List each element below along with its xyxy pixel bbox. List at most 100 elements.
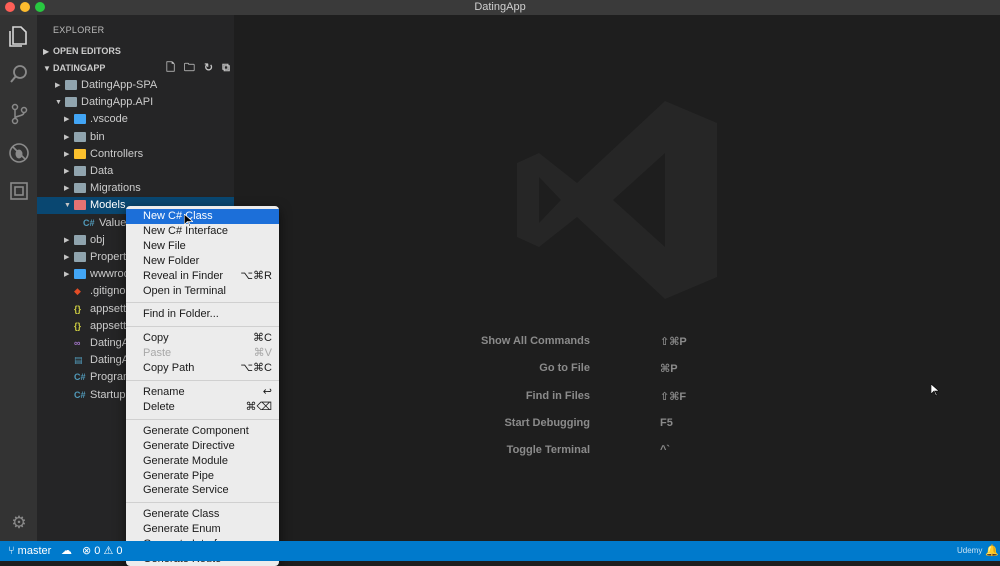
- menu-item-shortcut: ⌥⌘C: [240, 362, 272, 375]
- search-icon[interactable]: [8, 64, 30, 86]
- shortcut-label: Toggle Terminal: [506, 444, 590, 457]
- minimize-window-button[interactable]: [20, 2, 30, 12]
- welcome-shortcut[interactable]: Show All Commands ⇧⌘P: [234, 335, 1000, 349]
- menu-item[interactable]: New C# Class: [126, 209, 279, 227]
- menu-item-label: Delete: [143, 400, 175, 413]
- git-file-icon: ◆: [74, 286, 81, 297]
- chevron-right-icon: ▶: [55, 82, 61, 89]
- shortcut-label: Show All Commands: [481, 335, 590, 347]
- tree-item-label: .gitigno: [90, 285, 126, 298]
- chevron-right-icon: ▶: [43, 47, 50, 56]
- mouse-pointer-icon: [931, 384, 939, 396]
- menu-item-shortcut: ⌘⌫: [245, 400, 272, 413]
- tree-item[interactable]: ▶ .vscode: [37, 111, 234, 128]
- menu-item[interactable]: Generate Module: [126, 454, 279, 469]
- tree-item-label: Propert: [90, 251, 127, 263]
- activity-bar: ⚙: [0, 15, 37, 541]
- menu-item[interactable]: New Folder: [126, 254, 279, 269]
- source-control-icon[interactable]: [8, 103, 30, 125]
- menu-item[interactable]: Generate Directive: [126, 439, 279, 454]
- menu-item[interactable]: Generate Service: [126, 483, 279, 498]
- tree-item[interactable]: ▶ Controllers: [37, 146, 234, 163]
- chevron-right-icon: ▶: [64, 168, 70, 175]
- tree-item[interactable]: ▶ DatingApp-SPA: [37, 77, 234, 94]
- project-section[interactable]: ▼ DATINGAPP 🗋 🗀 ↻ ⧉: [37, 60, 234, 77]
- menu-item[interactable]: New File: [126, 239, 279, 254]
- menu-item-shortcut: ↩: [262, 386, 272, 398]
- files-icon[interactable]: [8, 25, 30, 47]
- menu-item[interactable]: Generate Pipe: [126, 469, 279, 484]
- menu-item[interactable]: Find in Folder...: [126, 307, 279, 322]
- shortcut-keys: F5: [660, 416, 673, 429]
- folder-icon: [74, 200, 86, 211]
- tree-item[interactable]: ▶ Data: [37, 163, 234, 180]
- extensions-icon[interactable]: [8, 181, 30, 203]
- tree-item[interactable]: ▼ DatingApp.API: [37, 94, 234, 111]
- menu-item-label: Generate Class: [143, 508, 220, 521]
- menu-item[interactable]: Copy Path ⌥⌘C: [126, 361, 279, 376]
- tree-item-label: Startup: [90, 388, 126, 401]
- maximize-window-button[interactable]: [35, 2, 45, 12]
- open-editors-section[interactable]: ▶ OPEN EDITORS: [37, 43, 234, 60]
- chevron-right-icon: ▶: [64, 150, 70, 158]
- folder-icon: [74, 114, 86, 125]
- chevron-right-icon: ▶: [64, 133, 70, 141]
- window-title: DatingApp: [474, 1, 526, 13]
- chevron-right-icon: ▶: [64, 254, 70, 261]
- menu-item-label: Generate Pipe: [143, 469, 214, 482]
- menu-item[interactable]: Rename ↩: [126, 385, 279, 400]
- chevron-down-icon: ▼: [55, 99, 62, 107]
- folder-icon: [65, 80, 77, 90]
- menu-separator: [126, 502, 279, 504]
- notifications-bell-icon[interactable]: 🔔: [985, 541, 999, 561]
- menu-item[interactable]: Open in Terminal: [126, 284, 279, 299]
- menu-item[interactable]: Copy ⌘C: [126, 331, 279, 346]
- warning-icon: ⚠: [103, 545, 114, 557]
- refresh-icon[interactable]: ↻: [204, 60, 213, 77]
- sync-icon[interactable]: ☁: [61, 541, 72, 561]
- tree-item-label: appsett: [90, 319, 127, 332]
- menu-item-label: Copy Path: [143, 362, 195, 375]
- menu-item[interactable]: Generate Component: [126, 424, 279, 439]
- folder-icon: [74, 269, 86, 280]
- menu-item[interactable]: Reveal in Finder ⌥⌘R: [126, 269, 279, 284]
- tree-item-label: bin: [90, 130, 105, 143]
- menu-item-label: Open in Terminal: [143, 284, 226, 297]
- branch-status[interactable]: ⑂ master: [8, 541, 51, 561]
- menu-item-label: Paste: [143, 347, 172, 360]
- menu-item[interactable]: Generate Class: [126, 507, 279, 522]
- menu-item-label: Generate Enum: [143, 523, 221, 536]
- shortcut-keys: ^`: [660, 444, 671, 457]
- csharp-file-icon: C#: [74, 372, 86, 383]
- collapse-all-icon[interactable]: ⧉: [222, 60, 230, 77]
- menu-item-shortcut: ⌥⌘R: [240, 269, 272, 282]
- explorer-actions: 🗋 🗀 ↻ ⧉: [166, 60, 230, 77]
- tree-item[interactable]: ▶ Migrations: [37, 180, 234, 197]
- folder-icon: [74, 234, 86, 245]
- vscode-logo-watermark: [517, 101, 717, 299]
- welcome-shortcut[interactable]: Start Debugging F5: [234, 417, 1000, 431]
- problems-status[interactable]: ⊗ 0 ⚠ 0: [82, 541, 123, 561]
- debug-icon[interactable]: [8, 142, 30, 164]
- menu-separator: [126, 302, 279, 304]
- tree-item-label: DatingA: [90, 354, 130, 367]
- menu-item[interactable]: Delete ⌘⌫: [126, 400, 279, 415]
- shortcut-keys: ⌘P: [660, 363, 678, 376]
- welcome-shortcut[interactable]: Toggle Terminal ^`: [234, 444, 1000, 458]
- tree-item-label: DatingA: [90, 337, 130, 349]
- tree-item-label: Migrations: [90, 182, 141, 195]
- tree-item[interactable]: ▶ bin: [37, 129, 234, 146]
- welcome-shortcut[interactable]: Go to File ⌘P: [234, 362, 1000, 376]
- menu-item-label: Generate Service: [143, 484, 229, 497]
- shortcut-keys: ⇧⌘P: [660, 336, 687, 348]
- menu-item[interactable]: New C# Interface: [126, 224, 279, 239]
- menu-item[interactable]: Generate Enum: [126, 522, 279, 537]
- new-folder-icon[interactable]: 🗀: [184, 60, 195, 77]
- welcome-shortcut[interactable]: Find in Files ⇧⌘F: [234, 390, 1000, 404]
- close-window-button[interactable]: [5, 2, 15, 12]
- menu-item-label: New File: [143, 239, 186, 252]
- settings-gear-icon[interactable]: ⚙: [8, 512, 30, 534]
- csharp-file-icon: C#: [83, 217, 95, 228]
- json-file-icon: {}: [74, 320, 82, 331]
- new-file-icon[interactable]: 🗋: [166, 60, 175, 77]
